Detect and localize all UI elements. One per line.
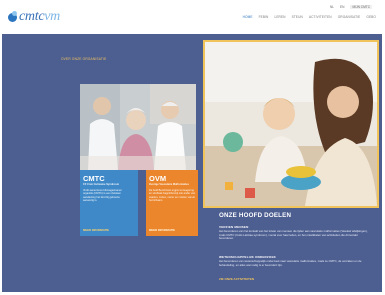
top-utility-bar: NL EN MIJN CMTC <box>330 5 372 9</box>
card-cmtc-subtitle: CF Cnm Cutisatoe Syndroom <box>83 183 120 186</box>
section-title: OVER ONZE ORGANISATIE <box>61 57 107 61</box>
goal-text: Het bevorderen van het kontakt van het l… <box>219 229 368 241</box>
logo-icon <box>8 10 17 22</box>
goal-text: Het bevorderen van wetenschappelijk onde… <box>219 259 362 267</box>
goal-item: VERZIEN MENSEN Het bevorderen van het ko… <box>219 225 369 241</box>
nav-item-3[interactable]: LEREN <box>274 15 285 19</box>
nav-item-activities[interactable]: ACTIVITEITEN <box>309 15 332 19</box>
care-photo <box>80 84 196 170</box>
card-ovm-body: De bold Benchtrest ergpis tot leagering … <box>149 189 196 202</box>
lang-en[interactable]: EN <box>340 5 344 9</box>
logo-part-cmtc: cmtc <box>19 9 45 24</box>
nav-item-2[interactable]: FEBIN <box>259 15 269 19</box>
main-nav: HOME FEBIN LEREN STEUN ACTIVITEITEN ORGA… <box>243 15 376 19</box>
card-cmtc-more-link[interactable]: MEER INFORMATIE <box>83 228 109 232</box>
goals-title: ONZE HOOFD DOELEN <box>219 212 292 219</box>
nav-item-organisation[interactable]: ORGANISATIE <box>338 15 361 19</box>
family-photo <box>203 40 379 208</box>
goal-item: WETENSCHAPPELIJK ONDERZOEK Het bevordere… <box>219 255 369 267</box>
nav-item-7[interactable]: GEBO <box>366 15 376 19</box>
card-ovm[interactable]: OVM Overige Vasculaire Malformaties De b… <box>146 170 198 236</box>
card-ovm-more-link[interactable]: MEER INFORMATIE <box>149 228 175 232</box>
card-cmtc-body: Vindt-sanerntoon bibmagaznanen organitie… <box>83 189 122 202</box>
card-ovm-subtitle: Overige Vasculaire Malformaties <box>149 183 189 186</box>
logo-part-vm: vm <box>44 9 60 24</box>
card-ovm-title: OVM <box>149 174 167 183</box>
card-cmtc-title: CMTC <box>83 174 105 183</box>
lang-nl[interactable]: NL <box>330 5 334 9</box>
nav-item-4[interactable]: STEUN <box>292 15 303 19</box>
activities-link[interactable]: ZIE ONZE ACTIVITEITEN <box>219 277 254 281</box>
my-account-link[interactable]: MIJN CMTC <box>350 5 372 9</box>
logo-text: cmtcvm <box>19 9 60 25</box>
card-cmtc[interactable]: CMTC CF Cnm Cutisatoe Syndroom Vindt-san… <box>80 170 138 236</box>
page: cmtcvm NL EN MIJN CMTC HOME FEBIN LEREN … <box>2 2 382 292</box>
nav-item-home[interactable]: HOME <box>243 15 253 19</box>
logo[interactable]: cmtcvm <box>8 8 60 26</box>
